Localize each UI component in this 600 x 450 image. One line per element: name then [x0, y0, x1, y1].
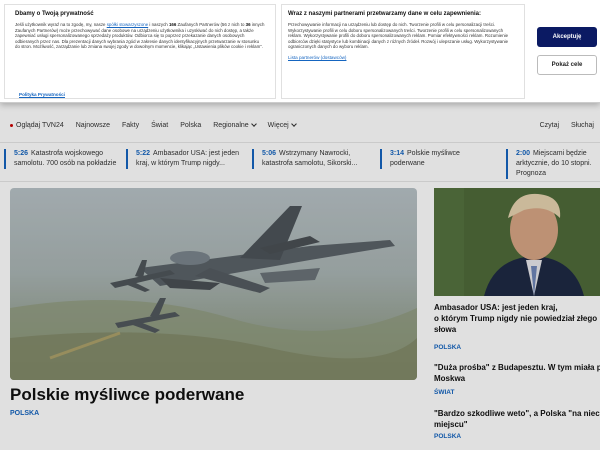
privacy-info-panel: Dbamy o Twoją prywatność Jeśli użytkowni… — [4, 4, 276, 99]
purposes-text: Przechowywanie informacji na urządzeniu … — [288, 22, 509, 50]
show-purposes-button[interactable]: Pokaż cele — [537, 55, 597, 75]
privacy-text: Jeśli użytkownik wyraź na to zgodę, my, … — [15, 22, 265, 50]
consent-banner: Dbamy o Twoją prywatność Jeśli użytkowni… — [0, 0, 600, 103]
privacy-title: Dbamy o Twoją prywatność — [15, 11, 94, 17]
partners-list-link[interactable]: Lista partnerów (dostawców) — [288, 55, 518, 60]
privacy-policy-link[interactable]: Polityka Prywatności — [19, 92, 65, 97]
accept-button[interactable]: Akceptuję — [537, 27, 597, 47]
affiliates-link[interactable]: spółki stowarzyszone — [107, 22, 148, 27]
purposes-panel: Wraz z naszymi partnerami przetwarzamy d… — [281, 4, 525, 99]
purposes-title: Wraz z naszymi partnerami przetwarzamy d… — [288, 11, 481, 17]
